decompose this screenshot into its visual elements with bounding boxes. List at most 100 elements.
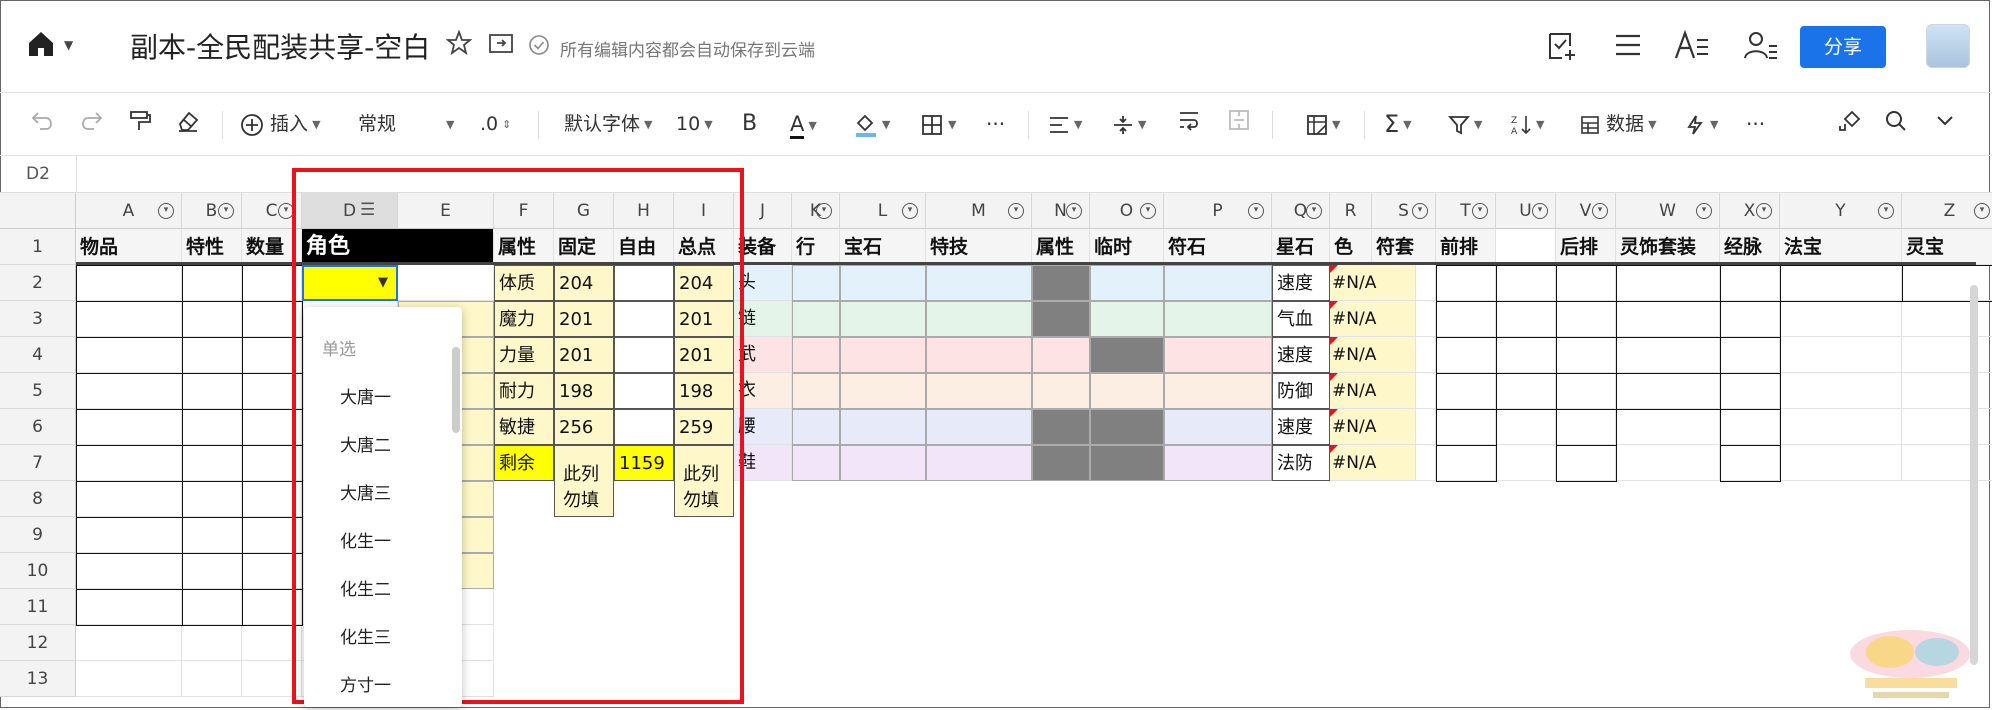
cell[interactable] [242, 301, 303, 338]
equipment-slot-cell[interactable]: 鞋 [734, 445, 792, 481]
cell[interactable] [1436, 265, 1497, 302]
equipment-detail-cell[interactable] [926, 301, 1032, 337]
fixed-points-cell[interactable]: 256 [554, 409, 614, 445]
equipment-detail-cell[interactable] [1090, 265, 1164, 301]
header-cell-v[interactable]: 后排 [1556, 229, 1616, 265]
fixed-points-cell[interactable]: 204 [554, 265, 614, 301]
column-filter-icon[interactable]: ▾ [158, 203, 174, 219]
equipment-detail-cell[interactable] [792, 445, 840, 481]
dropdown-option[interactable]: 大唐二 [340, 431, 391, 456]
free-points-cell[interactable] [614, 265, 674, 301]
equipment-detail-cell[interactable] [792, 265, 840, 301]
header-cell-f[interactable]: 属性 [494, 229, 554, 265]
column-header-d[interactable]: D [302, 193, 398, 229]
header-cell-s[interactable]: 符套 [1372, 229, 1436, 265]
header-cell-w[interactable]: 灵饰套装 [1616, 229, 1720, 265]
column-filter-icon[interactable]: ▾ [1248, 203, 1264, 219]
select-all-corner[interactable] [0, 193, 76, 229]
cell[interactable] [1436, 409, 1497, 446]
equipment-detail-cell[interactable] [1164, 265, 1272, 301]
column-filter-icon[interactable]: ▾ [218, 203, 234, 219]
equipment-detail-cell[interactable] [1032, 265, 1090, 301]
cell[interactable] [1902, 373, 1992, 409]
column-filter-icon[interactable]: ▾ [816, 203, 832, 219]
cell[interactable] [76, 517, 183, 554]
cell[interactable] [182, 445, 243, 482]
cell[interactable] [76, 589, 183, 626]
equipment-slot-cell[interactable]: 链 [734, 301, 792, 337]
equipment-detail-cell[interactable] [840, 301, 926, 337]
row-header-3[interactable]: 3 [0, 301, 76, 337]
header-cell-r[interactable]: 色 [1330, 229, 1372, 265]
equipment-detail-cell[interactable] [792, 301, 840, 337]
cell[interactable] [242, 661, 302, 697]
equipment-detail-cell[interactable] [1164, 445, 1272, 481]
cell[interactable] [182, 301, 243, 338]
cell[interactable] [1780, 409, 1902, 445]
cell[interactable] [1902, 265, 1992, 302]
cell[interactable] [1780, 265, 1903, 302]
cell[interactable] [1496, 337, 1557, 374]
total-points-cell[interactable]: 204 [674, 265, 734, 301]
star-stone-cell[interactable]: 防御 [1272, 373, 1330, 409]
row-header-7[interactable]: 7 [0, 445, 76, 481]
header-cell-n[interactable]: 属性 [1032, 229, 1090, 265]
cell[interactable] [1436, 337, 1497, 374]
equipment-detail-cell[interactable] [1090, 409, 1164, 445]
row-header-8[interactable]: 8 [0, 481, 76, 517]
header-cell-o[interactable]: 临时 [1090, 229, 1164, 265]
cell[interactable] [1616, 265, 1721, 302]
cell[interactable] [242, 553, 303, 590]
row-header-13[interactable]: 13 [0, 661, 76, 697]
star-stone-cell[interactable]: 速度 [1272, 265, 1330, 301]
star-stone-cell[interactable]: 速度 [1272, 409, 1330, 445]
cell[interactable] [1616, 409, 1720, 445]
filter-lines-icon[interactable]: ☰ [360, 200, 375, 220]
cell[interactable] [76, 373, 183, 410]
star-stone-cell[interactable]: 速度 [1272, 337, 1330, 373]
dropdown-scrollbar[interactable] [452, 347, 460, 433]
cell[interactable] [76, 481, 183, 518]
free-points-cell[interactable] [614, 373, 674, 409]
equipment-detail-cell[interactable] [1090, 373, 1164, 409]
attribute-name-cell[interactable]: 耐力 [494, 373, 554, 409]
column-filter-icon[interactable]: ▾ [1974, 203, 1990, 219]
column-filter-icon[interactable]: ▾ [1140, 203, 1156, 219]
row-header-11[interactable]: 11 [0, 589, 76, 625]
header-cell-q[interactable]: 星石 [1272, 229, 1330, 265]
fixed-points-cell[interactable]: 198 [554, 373, 614, 409]
dropdown-option[interactable]: 方寸一 [340, 671, 391, 696]
cell[interactable] [1496, 301, 1557, 338]
cell[interactable] [1780, 301, 1902, 337]
column-filter-icon[interactable]: ▾ [278, 203, 294, 219]
cell[interactable] [1720, 373, 1781, 410]
header-cell-l[interactable]: 宝石 [840, 229, 926, 265]
cell[interactable] [182, 265, 243, 302]
cell[interactable] [1902, 409, 1992, 445]
column-header-j[interactable]: J [734, 193, 792, 229]
cell[interactable] [76, 445, 183, 482]
attribute-name-cell[interactable]: 魔力 [494, 301, 554, 337]
header-cell-t[interactable]: 前排 [1436, 229, 1496, 265]
equipment-slot-cell[interactable]: 武 [734, 337, 792, 373]
column-filter-icon[interactable]: ▾ [902, 203, 918, 219]
cell[interactable] [1496, 265, 1557, 302]
column-header-i[interactable]: I [674, 193, 734, 229]
equipment-detail-cell[interactable] [840, 373, 926, 409]
cell[interactable] [1616, 337, 1721, 374]
cell[interactable] [1902, 337, 1992, 373]
cell[interactable] [76, 409, 183, 446]
equipment-detail-cell[interactable] [792, 373, 840, 409]
column-filter-icon[interactable]: ▾ [1592, 203, 1608, 219]
color-cell[interactable]: #N/A [1330, 337, 1416, 373]
equipment-detail-cell[interactable] [840, 337, 926, 373]
header-cell-k[interactable]: 行 [792, 229, 840, 265]
equipment-detail-cell[interactable] [1164, 301, 1272, 337]
column-filter-icon[interactable]: ▾ [1532, 203, 1548, 219]
cell[interactable] [242, 445, 303, 482]
cell[interactable] [242, 589, 303, 626]
total-points-cell[interactable]: 198 [674, 373, 734, 409]
cell-d2-role-select[interactable]: ▼ [302, 265, 398, 301]
total-points-cell[interactable]: 201 [674, 337, 734, 373]
equipment-detail-cell[interactable] [840, 409, 926, 445]
